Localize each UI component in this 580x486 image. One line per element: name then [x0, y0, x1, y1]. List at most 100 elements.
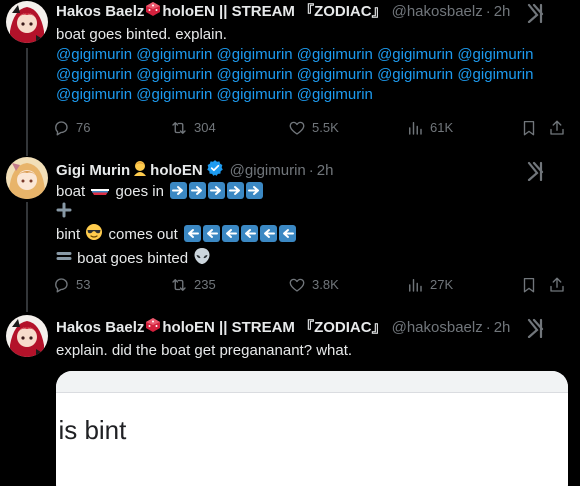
like-count: 3.8K [312, 277, 339, 292]
timestamp[interactable]: 2h [494, 318, 511, 338]
timestamp[interactable]: 2h [494, 2, 511, 22]
plus-line [56, 202, 560, 223]
handle[interactable]: @hakosbaelz [392, 318, 483, 338]
right-arrow-icon [170, 182, 188, 199]
mention-link[interactable]: @gigimurin [217, 66, 293, 83]
reply-button[interactable]: 53 [52, 273, 90, 297]
mention-link[interactable]: @gigimurin [297, 86, 373, 103]
mention-link[interactable]: @gigimurin [457, 66, 533, 83]
alien-emoji-icon [193, 247, 211, 271]
repost-icon [172, 279, 186, 291]
tweet-text: boat goes in bint comes out boat goes bi… [56, 182, 560, 271]
avatar[interactable] [6, 315, 48, 357]
tweet-text-line: bint comes out [56, 223, 560, 247]
plus-icon [56, 202, 72, 224]
display-name[interactable]: Hakos Baelz [56, 2, 144, 22]
equals-icon [56, 249, 72, 269]
handle[interactable]: @gigimurin [230, 161, 306, 181]
timestamp[interactable]: 2h [317, 161, 334, 181]
mention-link[interactable]: @gigimurin [56, 66, 132, 83]
bookmark-button[interactable] [520, 273, 544, 297]
views-button[interactable]: 27K [406, 273, 453, 297]
repost-icon [172, 122, 186, 134]
separator-dot: · [485, 319, 491, 336]
tweet-header: Hakos Baelz holoEN || STREAM 『ZODIAC』 @h… [56, 1, 580, 23]
mention-link[interactable]: @gigimurin [457, 46, 533, 63]
right-arrow-icon [189, 182, 207, 199]
right-arrows [170, 182, 265, 200]
reply-button[interactable]: 76 [52, 116, 90, 140]
mention-link[interactable]: @gigimurin [136, 66, 212, 83]
repost-count: 304 [194, 120, 216, 135]
views-icon [409, 122, 422, 135]
display-name[interactable]: Gigi Murin [56, 161, 130, 181]
repost-button[interactable]: 304 [170, 116, 216, 140]
like-button[interactable]: 3.8K [288, 273, 339, 297]
mention-link[interactable]: @gigimurin [297, 46, 373, 63]
tweet[interactable]: Gigi Murin holoEN @gigimurin · 2h boat g… [0, 157, 580, 307]
bookmark-button[interactable] [520, 116, 544, 140]
repost-button[interactable]: 235 [170, 273, 216, 297]
image-browser-bar [56, 371, 568, 393]
mention-link[interactable]: @gigimurin [56, 46, 132, 63]
mention-link[interactable]: @gigimurin [217, 46, 293, 63]
display-name-suffix: holoEN || STREAM 『ZODIAC』 [162, 3, 387, 20]
mention-link[interactable]: @gigimurin [56, 86, 132, 103]
handle[interactable]: @hakosbaelz [392, 2, 483, 22]
separator-dot: · [485, 3, 491, 20]
mention-link[interactable]: @gigimurin [136, 86, 212, 103]
media-image[interactable]: t is bint [56, 371, 568, 486]
mention-link[interactable]: @gigimurin [377, 66, 453, 83]
tweet-actions: 76 304 5.5K 61K [52, 116, 572, 140]
verified-icon [206, 159, 224, 183]
left-arrow-icon [278, 225, 296, 242]
views-icon [409, 279, 422, 292]
views-button[interactable]: 61K [406, 116, 453, 140]
mention-link[interactable]: @gigimurin [297, 66, 373, 83]
mentions-line: @gigimurin @gigimurin @gigimurin @gigimu… [56, 85, 560, 105]
text-fragment: goes in [115, 183, 164, 200]
mention-link[interactable]: @gigimurin [377, 46, 453, 63]
views-count: 27K [430, 277, 454, 292]
tweet-header: Hakos Baelz holoEN || STREAM 『ZODIAC』 @h… [56, 317, 580, 339]
tweet-text-line: boat goes binted. explain. [56, 26, 227, 43]
share-icon [550, 277, 564, 292]
avatar[interactable] [6, 157, 48, 199]
avatar[interactable] [6, 1, 48, 43]
grok-icon[interactable] [526, 3, 548, 24]
share-button[interactable] [548, 116, 572, 140]
left-arrow-icon [259, 225, 277, 242]
text-fragment: boat goes binted [77, 250, 189, 267]
views-count: 61K [430, 120, 454, 135]
tweet-text: explain. did the boat get pregananant? w… [56, 341, 560, 361]
reply-count: 53 [76, 277, 91, 292]
text-fragment: boat [56, 183, 86, 200]
person-emoji-icon [131, 160, 149, 182]
tweet-text-line: boat goes binted [56, 247, 560, 271]
text-fragment: bint [56, 226, 81, 243]
mentions-line: @gigimurin @gigimurin @gigimurin @gigimu… [56, 65, 560, 85]
left-arrow-icon [202, 225, 220, 242]
share-button[interactable] [548, 273, 572, 297]
mention-link[interactable]: @gigimurin [136, 46, 212, 63]
dice-emoji-icon [145, 1, 161, 23]
bookmark-icon [523, 120, 535, 136]
reply-icon [55, 278, 68, 293]
tweet-header: Gigi Murin holoEN @gigimurin · 2h [56, 160, 580, 182]
sunglasses-emoji-icon [85, 223, 103, 247]
mention-link[interactable]: @gigimurin [217, 86, 293, 103]
reply-icon [55, 121, 68, 136]
like-button[interactable]: 5.5K [288, 116, 339, 140]
right-arrow-icon [246, 182, 264, 199]
bookmark-icon [523, 277, 535, 293]
display-name[interactable]: Hakos Baelz [56, 318, 144, 338]
grok-icon[interactable] [526, 318, 548, 339]
grok-icon[interactable] [526, 161, 548, 182]
tweet[interactable]: Hakos Baelz holoEN || STREAM 『ZODIAC』 @h… [0, 0, 580, 150]
tweet-text-line: boat goes in [56, 182, 560, 202]
mentions-line: @gigimurin @gigimurin @gigimurin @gigimu… [56, 45, 560, 65]
tweet-actions: 53 235 3.8K 27K [52, 273, 572, 297]
dice-emoji-icon [145, 317, 161, 339]
image-text: t is bint [56, 415, 127, 445]
rowboat-emoji-icon [90, 182, 110, 202]
